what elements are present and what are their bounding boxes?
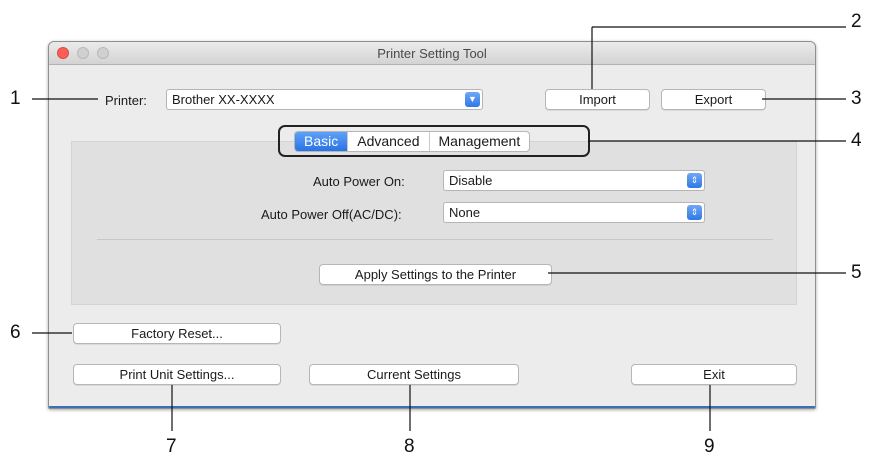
callout-lines	[32, 26, 846, 431]
callout-7: 7	[166, 436, 177, 457]
callout-8: 8	[404, 436, 415, 457]
callout-1: 1	[10, 88, 21, 109]
callout-9: 9	[704, 436, 715, 457]
callout-6: 6	[10, 322, 21, 343]
callout-2: 2	[851, 11, 862, 32]
callout-5: 5	[851, 262, 862, 283]
callout-4: 4	[851, 130, 862, 151]
callout-3: 3	[851, 88, 862, 109]
